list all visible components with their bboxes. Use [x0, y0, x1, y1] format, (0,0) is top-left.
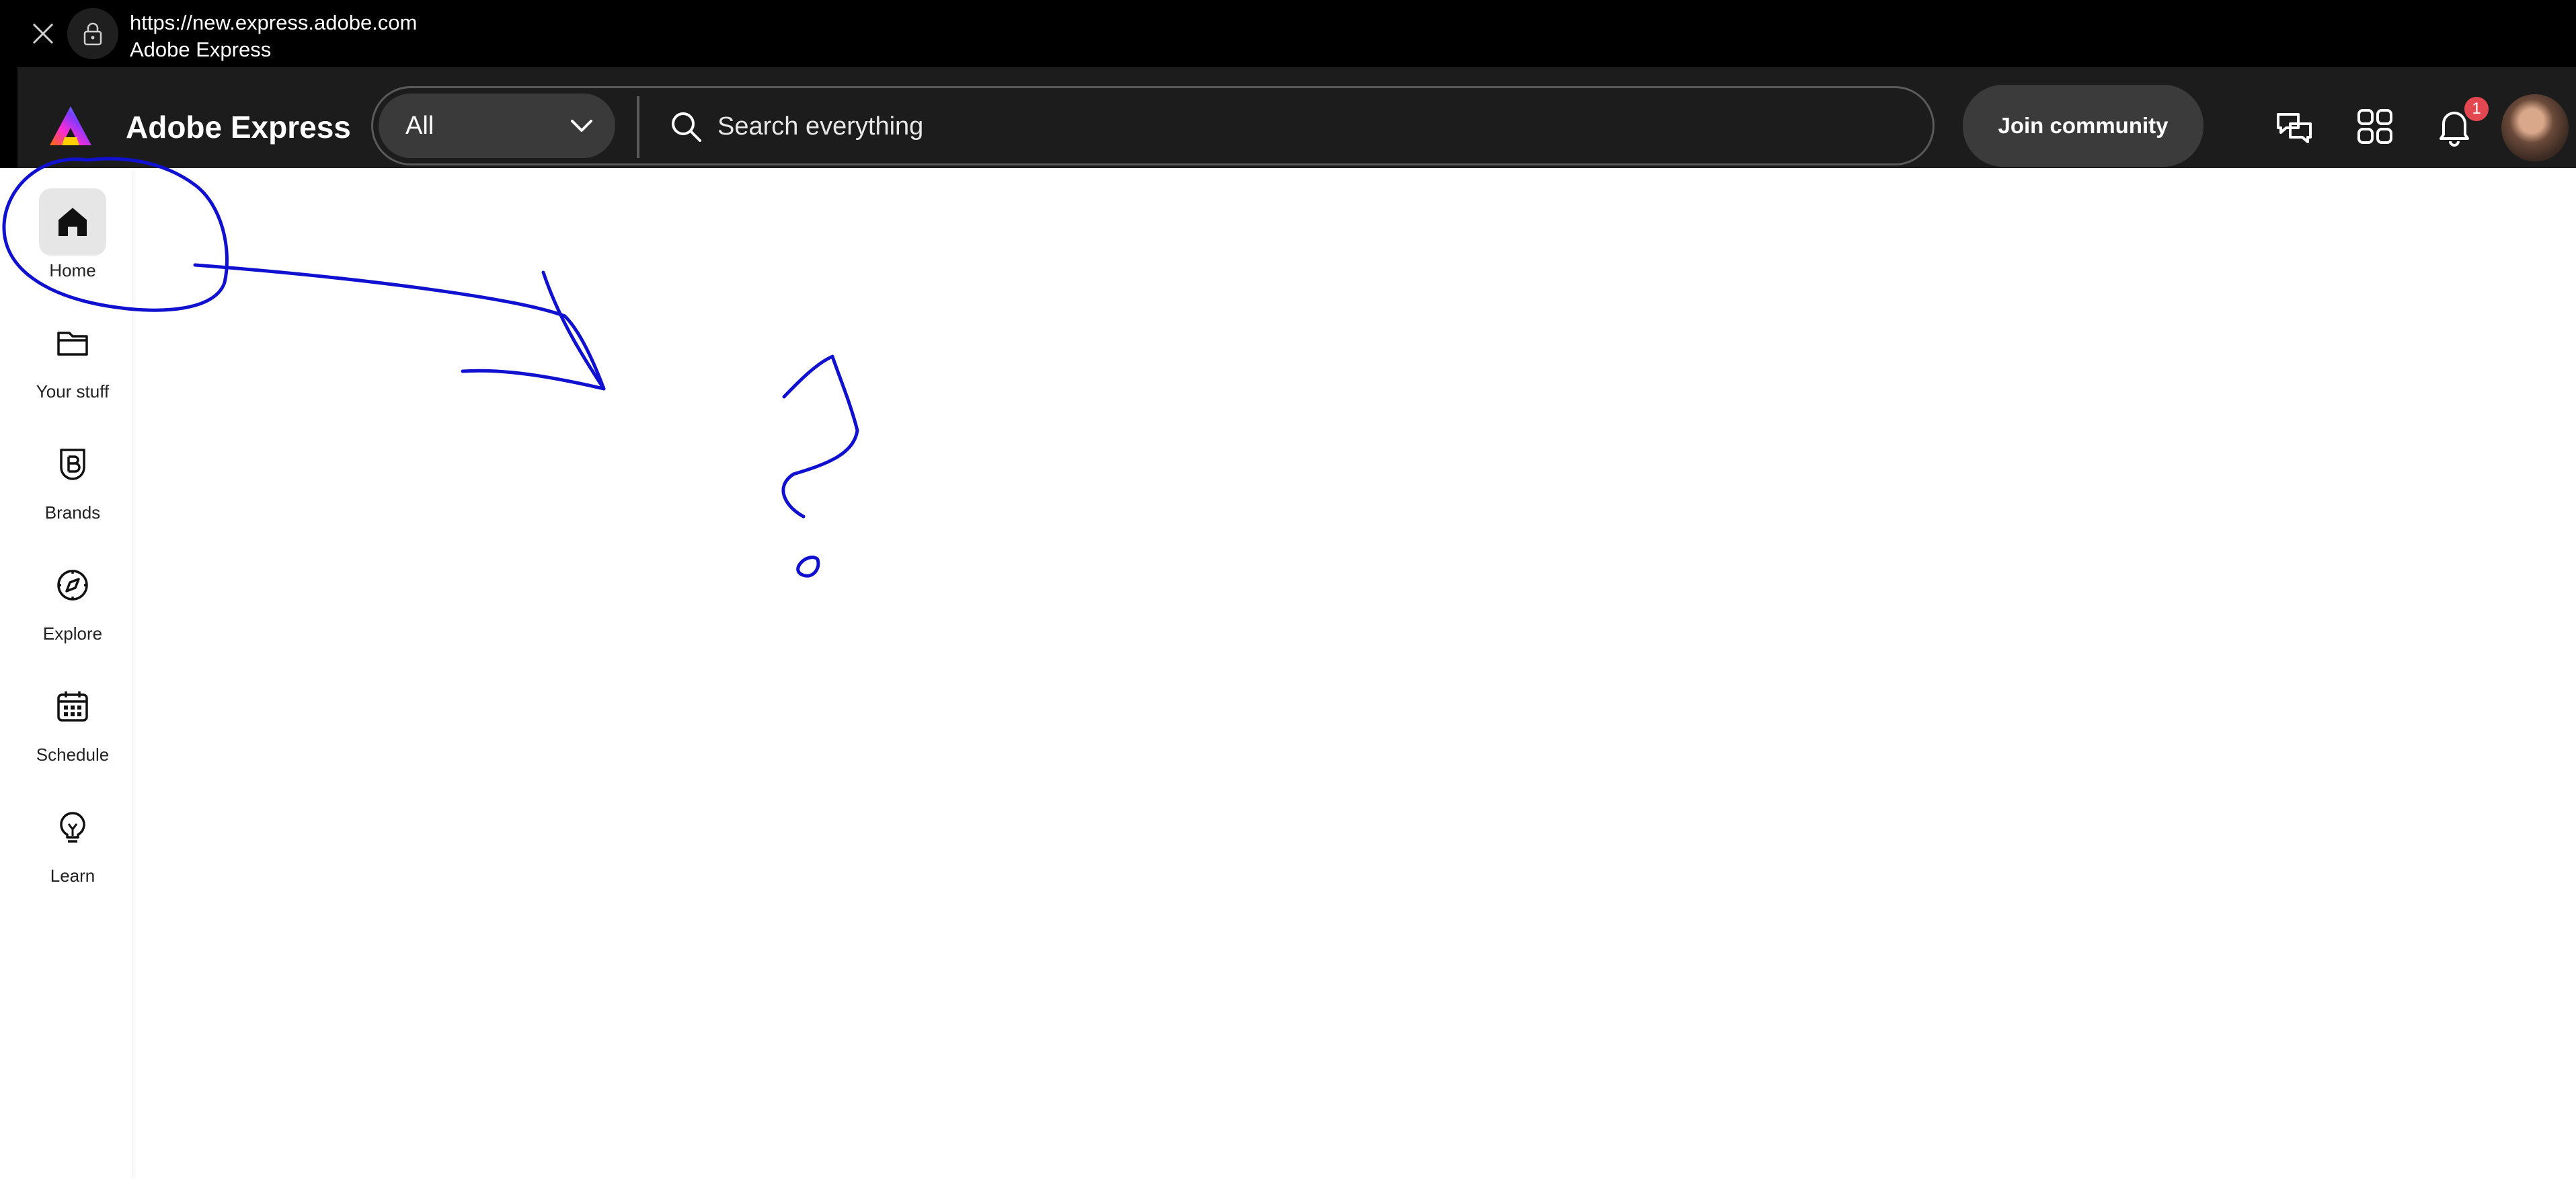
join-community-button[interactable]: Join community: [1963, 85, 2203, 167]
sidebar-item-home[interactable]: Home: [0, 188, 132, 303]
chat-bubbles-icon[interactable]: [2273, 105, 2316, 148]
adobe-express-logo-icon[interactable]: [50, 106, 91, 145]
sidebar-item-label: Home: [49, 260, 96, 280]
brand-name[interactable]: Adobe Express: [126, 109, 351, 145]
sidebar-item-label: Explore: [42, 623, 103, 644]
page-title: Adobe Express: [130, 38, 272, 61]
avatar[interactable]: [2501, 94, 2569, 161]
annotation-arrowhead: [461, 270, 606, 391]
folder-icon: [39, 309, 106, 377]
close-icon[interactable]: [27, 17, 59, 50]
brand-shield-icon: [39, 430, 106, 498]
sidebar-item-schedule[interactable]: Schedule: [0, 673, 132, 787]
search-divider: [637, 96, 639, 158]
sidebar-item-explore[interactable]: Explore: [0, 552, 132, 666]
left-sidebar: Home Your stuff Brands Explore Schedule …: [0, 168, 132, 1179]
app-header: Adobe Express All Join community 1: [17, 67, 2576, 168]
url-info: https://new.express.adobe.com Adobe Expr…: [130, 9, 417, 63]
sidebar-item-label: Your stuff: [36, 381, 110, 402]
url-address[interactable]: https://new.express.adobe.com: [130, 9, 417, 36]
chevron-down-icon: [571, 120, 592, 132]
search-icon: [672, 112, 701, 142]
lightbulb-icon: [39, 794, 106, 861]
search-input[interactable]: [716, 104, 1862, 149]
window-edge: [0, 0, 17, 168]
search-scope-label: All: [405, 112, 434, 140]
annotation-question-mark: [781, 354, 859, 519]
handdrawn-annotation: [2, 157, 859, 578]
home-icon: [39, 188, 106, 256]
browser-url-bar: https://new.express.adobe.com Adobe Expr…: [17, 0, 2576, 67]
search-scope-dropdown[interactable]: All: [379, 93, 615, 158]
compass-icon: [39, 552, 106, 619]
sidebar-item-label: Schedule: [36, 745, 110, 765]
annotation-arrow-shaft: [193, 263, 606, 391]
sidebar-item-learn[interactable]: Learn: [0, 794, 132, 908]
sidebar-item-your-stuff[interactable]: Your stuff: [0, 309, 132, 424]
sidebar-item-label: Learn: [50, 866, 95, 886]
calendar-icon: [39, 673, 106, 740]
sidebar-item-label: Brands: [44, 502, 101, 523]
sidebar-item-brands[interactable]: Brands: [0, 430, 132, 545]
notification-badge: 1: [2463, 96, 2490, 122]
search-bar: All: [371, 86, 1935, 165]
apps-grid-icon[interactable]: [2353, 105, 2396, 148]
annotation-question-dot: [796, 556, 820, 578]
lock-icon[interactable]: [67, 8, 118, 59]
